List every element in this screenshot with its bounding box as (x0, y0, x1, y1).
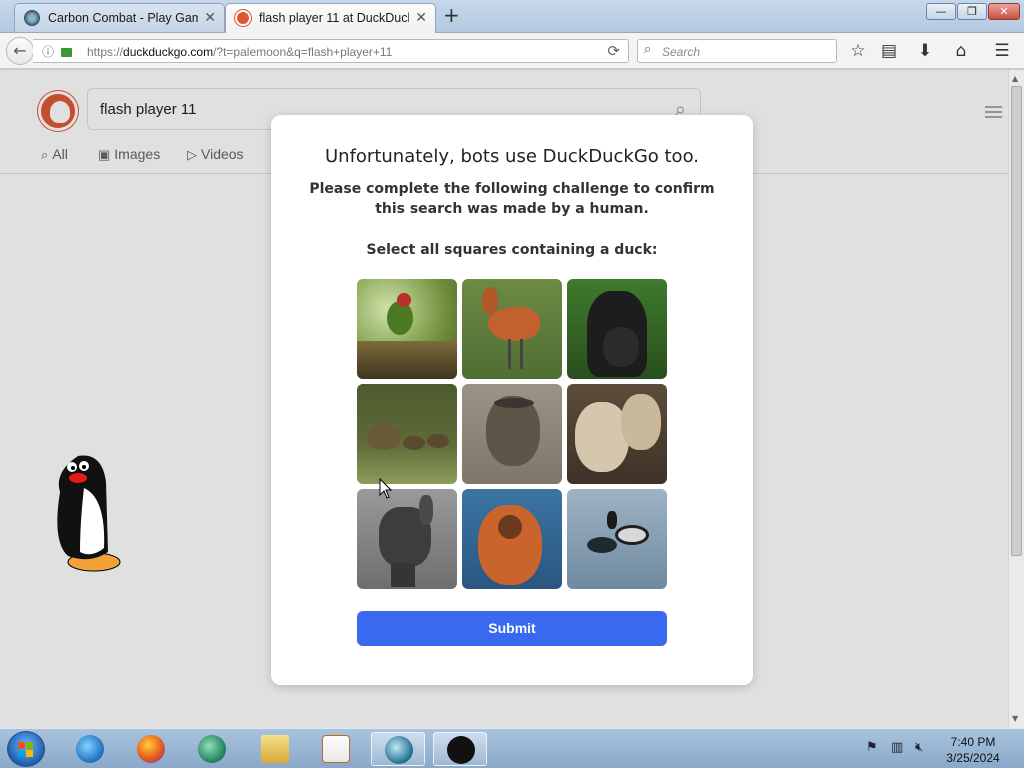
tab-close-icon[interactable]: ✕ (204, 9, 216, 26)
back-button[interactable]: ← (6, 37, 34, 65)
tile-monkey[interactable] (462, 489, 562, 589)
new-tab-button[interactable]: + (443, 5, 460, 25)
tile-elephant[interactable] (357, 489, 457, 589)
pale-moon-taskbar-button[interactable] (371, 732, 425, 766)
address-bar[interactable]: ⓘ https://duckduckgo.com/?t=palemoon&q=f… (33, 39, 629, 63)
clock-time: 7:40 PM (950, 735, 996, 749)
page-content: flash player 11 ⌕ ⌕ All ▣ Images ▷ Videos U… (0, 70, 1008, 728)
close-window-button[interactable]: ✕ (988, 3, 1020, 20)
modal-subtitle: Please complete the following challenge … (309, 181, 715, 217)
challenge-instruction: Select all squares containing a duck: (366, 242, 658, 258)
duckduckgo-favicon-icon (235, 10, 251, 26)
tile-bears[interactable] (567, 384, 667, 484)
pale-moon-icon (385, 736, 413, 764)
browser-search-box[interactable]: ⌕ Search (637, 39, 837, 63)
tile-gorilla[interactable] (567, 279, 667, 379)
bookmarks-menu-icon[interactable]: ▤ (878, 40, 900, 62)
internet-explorer-icon (76, 735, 104, 763)
start-button[interactable] (7, 731, 45, 767)
tab-label: Carbon Combat - Play Game (48, 11, 198, 25)
submit-button[interactable]: Submit (357, 611, 667, 646)
search-placeholder: Search (662, 45, 701, 59)
vertical-scrollbar[interactable]: ▲ ▼ (1008, 70, 1024, 728)
tile-ducks-grass[interactable] (357, 384, 457, 484)
info-icon[interactable]: ⓘ (42, 43, 54, 60)
pingu-desktop-widget[interactable] (50, 452, 122, 576)
volume-muted-icon[interactable]: 🔇︎ (915, 740, 923, 755)
modal-title: Unfortunately, bots use DuckDuckGo too. (325, 146, 699, 167)
url-text[interactable]: https://duckduckgo.com/?t=palemoon&q=fla… (87, 45, 392, 59)
action-center-flag-icon[interactable]: ⚑ (866, 740, 878, 755)
firefox-taskbar-button[interactable] (124, 732, 178, 766)
folder-icon (261, 735, 289, 763)
internet-explorer-taskbar-button[interactable] (63, 732, 117, 766)
tab-strip: Carbon Combat - Play Game ✕ flash player… (0, 0, 1024, 33)
menu-icon[interactable]: ☰ (991, 40, 1013, 62)
windows-taskbar: ⚑ ▥ 🔇︎ 7:40 PM 3/25/2024 (0, 728, 1024, 768)
mouse-cursor-icon (379, 478, 393, 499)
reload-icon[interactable]: ⟳ (607, 42, 620, 60)
scroll-up-icon[interactable]: ▲ (1012, 74, 1018, 83)
restore-button[interactable]: ❐ (957, 3, 987, 20)
tile-bird[interactable] (357, 279, 457, 379)
tile-whistling-duck[interactable] (462, 279, 562, 379)
pingu-icon (447, 736, 475, 764)
green-app-icon (198, 735, 226, 763)
file-explorer-taskbar-button[interactable] (248, 732, 302, 766)
carbon-combat-favicon-icon (24, 10, 40, 26)
windows-logo-icon (18, 742, 34, 758)
search-icon: ⌕ (644, 42, 652, 57)
app-taskbar-button[interactable] (185, 732, 239, 766)
home-icon[interactable]: ⌂ (950, 40, 972, 62)
media-player-icon (322, 735, 350, 763)
tile-ducks-water[interactable] (567, 489, 667, 589)
tab-close-icon[interactable]: ✕ (415, 9, 427, 26)
network-icon[interactable]: ▥ (891, 740, 903, 755)
pingu-taskbar-button[interactable] (433, 732, 487, 766)
minimize-button[interactable]: — (926, 3, 956, 20)
firefox-icon (137, 735, 165, 763)
downloads-icon[interactable]: ⬇ (914, 40, 936, 62)
challenge-grid (357, 279, 667, 589)
tile-takin[interactable] (462, 384, 562, 484)
media-player-taskbar-button[interactable] (309, 732, 363, 766)
system-clock[interactable]: 7:40 PM 3/25/2024 (938, 734, 1008, 766)
clock-date: 3/25/2024 (946, 751, 1000, 765)
scroll-down-icon[interactable]: ▼ (1012, 714, 1018, 723)
tab-carbon-combat[interactable]: Carbon Combat - Play Game ✕ (14, 3, 225, 32)
lock-icon (61, 48, 72, 57)
bot-challenge-modal: Unfortunately, bots use DuckDuckGo too. … (271, 115, 753, 685)
tab-duckduckgo[interactable]: flash player 11 at DuckDuckGo ✕ (225, 3, 436, 33)
navigation-toolbar: ← ⓘ https://duckduckgo.com/?t=palemoon&q… (0, 33, 1024, 69)
scrollbar-thumb[interactable] (1011, 86, 1022, 556)
bookmark-star-icon[interactable]: ☆ (847, 40, 869, 62)
tab-label: flash player 11 at DuckDuckGo (259, 11, 409, 25)
